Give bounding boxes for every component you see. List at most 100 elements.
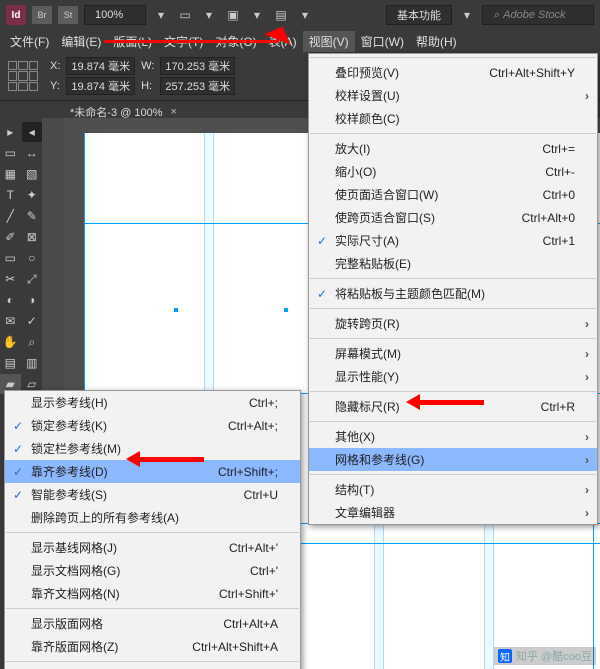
- tool-gap[interactable]: ↔: [22, 143, 43, 163]
- h-field[interactable]: 257.253 毫米: [160, 77, 235, 95]
- tool-free-transform[interactable]: ⤢: [22, 269, 43, 289]
- menu-separator: [310, 421, 596, 422]
- tool-scissors[interactable]: ✂: [0, 269, 21, 289]
- menu-file[interactable]: 文件(F): [4, 31, 55, 52]
- menu-item-shortcut: Ctrl+U: [244, 488, 278, 502]
- tool-eyedropper[interactable]: ✓: [22, 311, 43, 331]
- view-menu-item[interactable]: 实际尺寸(A)Ctrl+1: [309, 229, 597, 252]
- y-label: Y:: [50, 80, 60, 92]
- menu-separator: [310, 474, 596, 475]
- guides-menu-item[interactable]: 显示版面网格Ctrl+Alt+A: [5, 612, 300, 635]
- guides-menu-item[interactable]: 删除跨页上的所有参考线(A): [5, 506, 300, 529]
- menu-item-label: 显示参考线(H): [31, 394, 108, 411]
- menu-item-label: 删除跨页上的所有参考线(A): [31, 509, 179, 526]
- app-logo: Id: [6, 5, 26, 25]
- view-menu-item[interactable]: 校样颜色(C): [309, 107, 597, 130]
- guides-menu-item[interactable]: 显示基线网格(J)Ctrl+Alt+': [5, 536, 300, 559]
- tool-pen[interactable]: ✎: [22, 206, 43, 226]
- tool-color-theme[interactable]: ▥: [22, 353, 43, 373]
- tool-note[interactable]: ✉: [0, 311, 21, 331]
- guides-menu-item[interactable]: 靠齐文档网格(N)Ctrl+Shift+': [5, 582, 300, 605]
- view-menu-item[interactable]: 其他(X): [309, 425, 597, 448]
- tool-line[interactable]: ╱: [0, 206, 21, 226]
- view-menu-item[interactable]: 显示性能(Y): [309, 365, 597, 388]
- annotation-strike: [104, 40, 279, 43]
- zoom-field[interactable]: 100%: [84, 5, 146, 25]
- view-menu-item[interactable]: 屏幕模式(M): [309, 342, 597, 365]
- menu-item-label: 缩小(O): [335, 163, 376, 180]
- menu-help[interactable]: 帮助(H): [410, 31, 463, 52]
- stock-search[interactable]: ⌕Adobe Stock: [482, 5, 594, 25]
- view-menu-item[interactable]: 使跨页适合窗口(S)Ctrl+Alt+0: [309, 206, 597, 229]
- menu-item-shortcut: Ctrl+Shift+': [219, 587, 278, 601]
- menu-item-label: 靠齐版面网格(Z): [31, 638, 118, 655]
- tool-rectangle-frame[interactable]: ⊠: [22, 227, 43, 247]
- menu-item-label: 智能参考线(S): [31, 486, 107, 503]
- chevron-down-icon[interactable]: ▾: [458, 6, 476, 24]
- menu-item-label: 网格和参考线(G): [335, 451, 424, 468]
- w-field[interactable]: 170.253 毫米: [160, 57, 235, 75]
- tool-direct-select[interactable]: ◂: [22, 122, 43, 142]
- menu-view[interactable]: 视图(V): [303, 31, 355, 52]
- tool-measure[interactable]: ▤: [0, 353, 21, 373]
- app-topbar: Id Br St 100% ▾ ▭ ▾ ▣ ▾ ▤ ▾ 基本功能 ▾ ⌕Adob…: [0, 0, 600, 30]
- bridge-badge[interactable]: Br: [32, 6, 52, 24]
- guides-menu-item[interactable]: 显示文档网格(G)Ctrl+': [5, 559, 300, 582]
- guides-menu-item[interactable]: 锁定参考线(K)Ctrl+Alt+;: [5, 414, 300, 437]
- tool-type[interactable]: T: [0, 185, 21, 205]
- workspace-picker[interactable]: 基本功能: [386, 5, 452, 25]
- arrange-icon[interactable]: ▤: [272, 6, 290, 24]
- menu-edit[interactable]: 编辑(E): [55, 31, 107, 52]
- handle[interactable]: [284, 308, 288, 312]
- view-mode-icon[interactable]: ▭: [176, 6, 194, 24]
- menu-separator: [6, 532, 299, 533]
- tool-gradient-swatch[interactable]: ◐: [0, 290, 21, 310]
- x-field[interactable]: 19.874 毫米: [66, 57, 135, 75]
- menu-separator: [310, 278, 596, 279]
- w-label: W:: [141, 60, 154, 72]
- menu-item-shortcut: Ctrl+0: [543, 188, 575, 202]
- guides-menu-item[interactable]: 隐藏框架字数统计(C)Ctrl+Alt+C: [5, 665, 300, 669]
- guides-menu-item[interactable]: 智能参考线(S) Ctrl+U: [5, 483, 300, 506]
- handle[interactable]: [174, 308, 178, 312]
- menu-item-shortcut: Ctrl+Alt+0: [522, 211, 575, 225]
- view-menu-item[interactable]: 完整粘贴板(E): [309, 252, 597, 275]
- view-menu-item[interactable]: 网格和参考线(G): [309, 448, 597, 471]
- chevron-down-icon[interactable]: ▾: [248, 6, 266, 24]
- close-icon[interactable]: ×: [170, 106, 176, 118]
- tool-content-placer[interactable]: ▧: [22, 164, 43, 184]
- tool-type-path[interactable]: ✦: [22, 185, 43, 205]
- chevron-down-icon[interactable]: ▾: [152, 6, 170, 24]
- search-icon: ⌕: [493, 9, 499, 22]
- guides-menu-item[interactable]: 显示参考线(H)Ctrl+;: [5, 391, 300, 414]
- view-menu-item[interactable]: 文章编辑器: [309, 501, 597, 524]
- view-menu-item[interactable]: 缩小(O)Ctrl+-: [309, 160, 597, 183]
- y-field[interactable]: 19.874 毫米: [66, 77, 135, 95]
- view-menu-item[interactable]: 旋转跨页(R): [309, 312, 597, 335]
- tool-zoom[interactable]: ⌕: [22, 332, 43, 352]
- view-menu-item[interactable]: 使页面适合窗口(W)Ctrl+0: [309, 183, 597, 206]
- tool-hand[interactable]: ✋: [0, 332, 21, 352]
- tool-selection[interactable]: ▸: [0, 122, 21, 142]
- view-menu-item[interactable]: 结构(T): [309, 478, 597, 501]
- tool-rectangle[interactable]: ▭: [0, 248, 21, 268]
- menu-item-label: 屏幕模式(M): [335, 345, 401, 362]
- tool-pencil[interactable]: ✐: [0, 227, 21, 247]
- stock-badge[interactable]: St: [58, 6, 78, 24]
- menu-window[interactable]: 窗口(W): [355, 31, 410, 52]
- reference-point-picker[interactable]: [8, 61, 38, 91]
- menu-item-label: 显示文档网格(G): [31, 562, 120, 579]
- view-menu-item[interactable]: 校样设置(U): [309, 84, 597, 107]
- tool-content-collector[interactable]: ▦: [0, 164, 21, 184]
- guides-menu-item[interactable]: 靠齐版面网格(Z)Ctrl+Alt+Shift+A: [5, 635, 300, 658]
- screen-icon[interactable]: ▣: [224, 6, 242, 24]
- chevron-down-icon[interactable]: ▾: [296, 6, 314, 24]
- menu-item-shortcut: Ctrl+Alt+': [229, 541, 278, 555]
- view-menu-item[interactable]: 叠印预览(V)Ctrl+Alt+Shift+Y: [309, 61, 597, 84]
- tool-page[interactable]: ▭: [0, 143, 21, 163]
- chevron-down-icon[interactable]: ▾: [200, 6, 218, 24]
- tool-ellipse[interactable]: ○: [22, 248, 43, 268]
- view-menu-item[interactable]: 放大(I)Ctrl+=: [309, 137, 597, 160]
- tool-gradient-feather[interactable]: ◑: [22, 290, 43, 310]
- view-menu-item[interactable]: 将粘贴板与主题颜色匹配(M): [309, 282, 597, 305]
